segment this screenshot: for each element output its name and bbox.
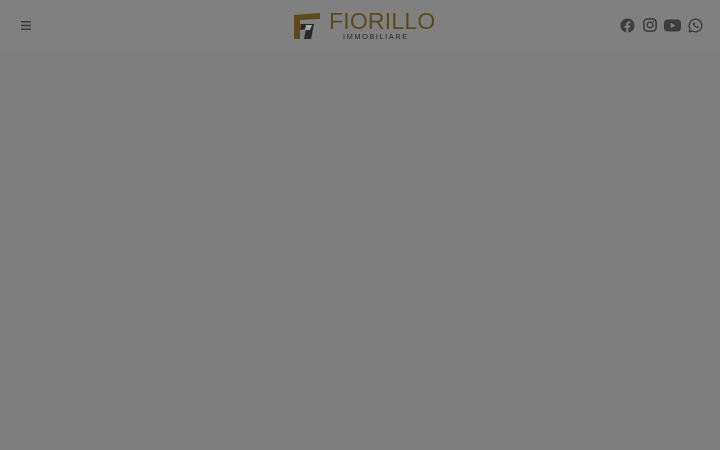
youtube-link[interactable] bbox=[663, 16, 681, 34]
whatsapp-link[interactable] bbox=[686, 16, 704, 34]
site-logo[interactable]: FIORILLO IMMOBILIARE bbox=[292, 9, 435, 42]
instagram-icon bbox=[643, 18, 657, 32]
logo-subtitle: IMMOBILIARE bbox=[343, 32, 409, 41]
page-overlay bbox=[0, 51, 720, 450]
facebook-icon bbox=[619, 17, 635, 33]
instagram-link[interactable] bbox=[641, 16, 659, 34]
youtube-icon bbox=[663, 19, 681, 31]
hamburger-menu-icon bbox=[21, 20, 31, 30]
whatsapp-icon bbox=[688, 18, 703, 32]
logo-title: FIORILLO bbox=[329, 8, 436, 34]
site-header: FIORILLO IMMOBILIARE bbox=[0, 0, 720, 51]
menu-toggle-button[interactable] bbox=[20, 19, 32, 31]
facebook-link[interactable] bbox=[618, 16, 636, 34]
fiorillo-logo-mark bbox=[294, 13, 320, 39]
